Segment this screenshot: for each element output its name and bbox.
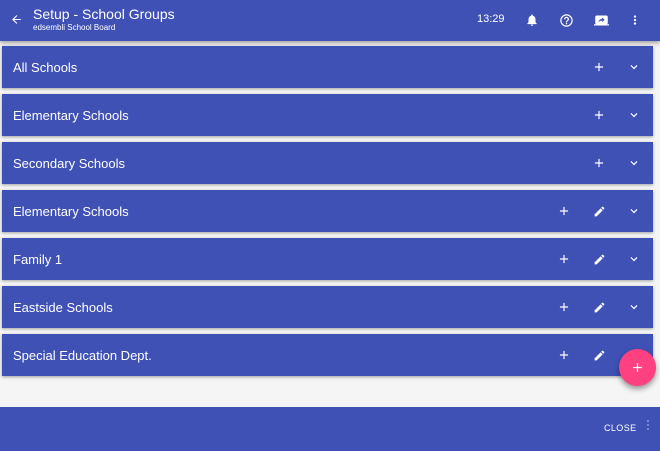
edit-button[interactable] bbox=[589, 249, 609, 269]
add-icon bbox=[559, 206, 569, 216]
screen-share-icon bbox=[593, 15, 609, 25]
add-subgroup-button[interactable] bbox=[554, 201, 574, 221]
expand-icon bbox=[630, 65, 638, 70]
expand-icon bbox=[630, 257, 638, 262]
add-group-fab[interactable] bbox=[619, 349, 656, 386]
group-label: Elementary Schools bbox=[13, 204, 129, 219]
screen-share-button[interactable] bbox=[591, 10, 611, 30]
group-row[interactable]: Secondary Schools bbox=[2, 142, 653, 184]
help-icon bbox=[559, 13, 573, 27]
add-subgroup-button[interactable] bbox=[589, 105, 609, 125]
expand-icon bbox=[630, 305, 638, 310]
expand-icon bbox=[630, 209, 638, 214]
edit-button[interactable] bbox=[589, 297, 609, 317]
edit-button[interactable] bbox=[589, 345, 609, 365]
help-button[interactable] bbox=[556, 10, 576, 30]
group-row[interactable]: Special Education Dept. bbox=[2, 334, 653, 376]
group-label: Secondary Schools bbox=[13, 156, 126, 171]
expand-button[interactable] bbox=[624, 57, 644, 77]
group-label: Family 1 bbox=[13, 252, 63, 267]
add-subgroup-button[interactable] bbox=[589, 57, 609, 77]
more-options-button[interactable] bbox=[625, 10, 645, 30]
close-button[interactable]: CLOSE bbox=[598, 421, 643, 435]
group-label: Eastside Schools bbox=[13, 300, 113, 315]
page-title: Setup - School Groups bbox=[33, 6, 175, 22]
group-label: Special Education Dept. bbox=[13, 348, 152, 363]
expand-button[interactable] bbox=[624, 201, 644, 221]
page-subtitle: edsembli School Board bbox=[33, 23, 116, 32]
add-icon bbox=[594, 62, 604, 72]
group-row[interactable]: Eastside Schools bbox=[2, 286, 653, 328]
bottom-action-bar: CLOSE bbox=[0, 407, 660, 451]
add-icon bbox=[594, 158, 604, 168]
expand-icon bbox=[630, 113, 638, 118]
group-label: Elementary Schools bbox=[13, 108, 129, 123]
add-subgroup-button[interactable] bbox=[554, 297, 574, 317]
group-row[interactable]: Elementary Schools bbox=[2, 190, 653, 232]
expand-button[interactable] bbox=[624, 249, 644, 269]
add-icon bbox=[559, 302, 569, 312]
edit-icon bbox=[594, 254, 604, 264]
group-row[interactable]: All Schools bbox=[2, 46, 653, 88]
more-vert-icon bbox=[633, 15, 637, 25]
expand-icon bbox=[630, 161, 638, 166]
edit-button[interactable] bbox=[589, 201, 609, 221]
bell-icon bbox=[527, 14, 537, 26]
expand-button[interactable] bbox=[624, 153, 644, 173]
group-row[interactable]: Family 1 bbox=[2, 238, 653, 280]
expand-button[interactable] bbox=[624, 105, 644, 125]
notifications-button[interactable] bbox=[522, 10, 542, 30]
add-icon bbox=[633, 363, 642, 372]
clock-time: 13:29 bbox=[477, 13, 505, 25]
edit-icon bbox=[594, 350, 604, 360]
edit-icon bbox=[594, 302, 604, 312]
back-button[interactable] bbox=[6, 9, 26, 29]
school-group-list: All Schools Elementary Schools Secondary… bbox=[2, 46, 653, 382]
add-icon bbox=[559, 254, 569, 264]
arrow-back-icon bbox=[11, 14, 21, 24]
add-subgroup-button[interactable] bbox=[554, 249, 574, 269]
add-icon bbox=[594, 110, 604, 120]
add-subgroup-button[interactable] bbox=[554, 345, 574, 365]
add-subgroup-button[interactable] bbox=[589, 153, 609, 173]
add-icon bbox=[559, 350, 569, 360]
app-bar: Setup - School Groups edsembli School Bo… bbox=[0, 0, 660, 41]
group-label: All Schools bbox=[13, 60, 78, 75]
drag-handle-icon bbox=[647, 420, 649, 430]
edit-icon bbox=[594, 206, 604, 216]
expand-button[interactable] bbox=[624, 297, 644, 317]
group-row[interactable]: Elementary Schools bbox=[2, 94, 653, 136]
